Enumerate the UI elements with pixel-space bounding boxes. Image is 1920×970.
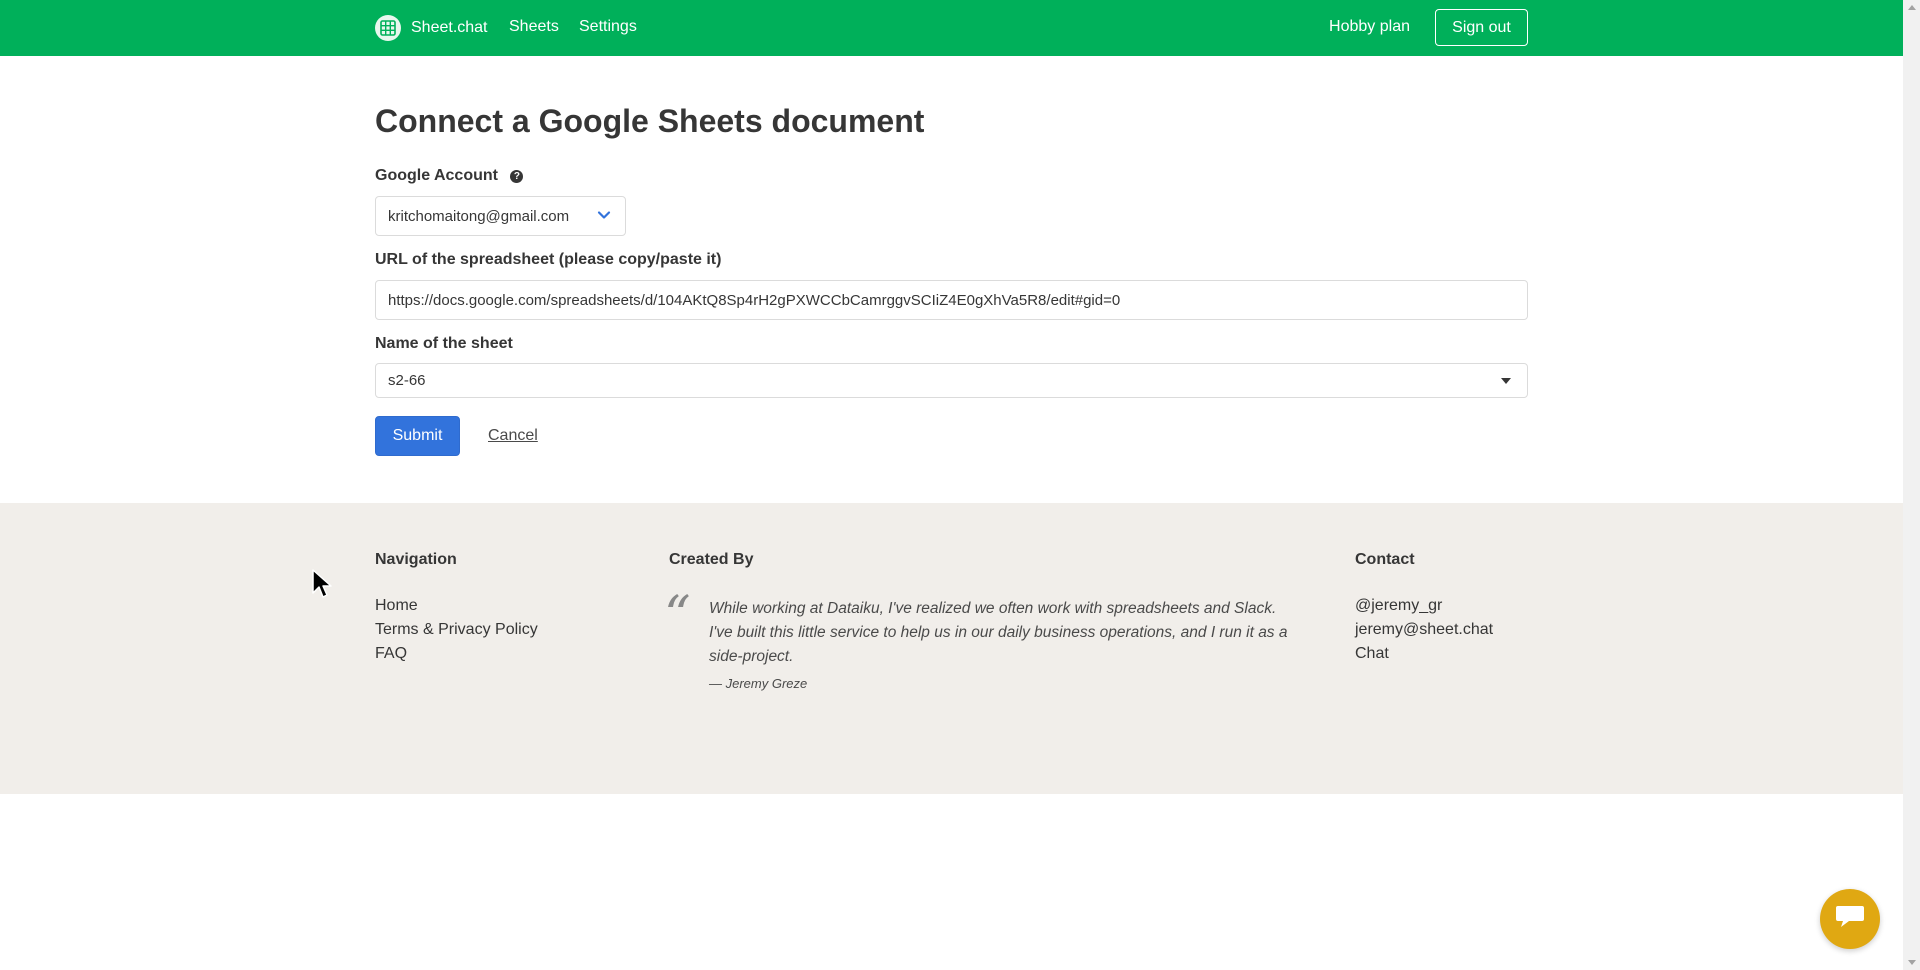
nav-link-settings[interactable]: Settings (579, 18, 637, 36)
footer-created-by-heading: Created By (669, 551, 754, 568)
brand-link[interactable]: Sheet.chat (375, 14, 488, 42)
footer-link-terms[interactable]: Terms & Privacy Policy (375, 621, 538, 639)
page-title: Connect a Google Sheets document (375, 103, 925, 139)
plan-link[interactable]: Hobby plan (1329, 18, 1410, 36)
chat-launcher-button[interactable] (1820, 889, 1880, 949)
submit-button[interactable]: Submit (375, 416, 460, 456)
navbar-container: Sheet.chat Sheets Settings Hobby plan Si… (375, 0, 1528, 56)
chevron-down-icon (597, 208, 611, 226)
nav-link-sheets[interactable]: Sheets (509, 18, 559, 36)
google-account-label-text: Google Account (375, 167, 498, 184)
sign-out-button[interactable]: Sign out (1435, 9, 1528, 46)
contact-link-email[interactable]: jeremy@sheet.chat (1355, 621, 1493, 639)
url-label: URL of the spreadsheet (please copy/past… (375, 251, 722, 268)
spreadsheet-url-input[interactable] (375, 280, 1528, 320)
footer-link-faq[interactable]: FAQ (375, 645, 407, 663)
cancel-link[interactable]: Cancel (488, 427, 538, 445)
brand-name: Sheet.chat (411, 19, 488, 36)
chat-bubble-icon (1835, 904, 1865, 935)
footer-navigation-heading: Navigation (375, 551, 457, 568)
sheet-name-label: Name of the sheet (375, 335, 513, 352)
google-account-value: kritchomaitong@gmail.com (388, 207, 570, 225)
google-account-label: Google Account ? (375, 167, 524, 185)
creator-quote: While working at Dataiku, I've realized … (709, 600, 1288, 665)
footer-contact-heading: Contact (1355, 551, 1415, 568)
scroll-up-arrow-icon[interactable] (1908, 5, 1916, 10)
sheet-name-value: s2-66 (388, 372, 426, 389)
scroll-down-arrow-icon[interactable] (1908, 960, 1916, 965)
caret-down-icon (1501, 378, 1511, 384)
sheet-name-select[interactable]: s2-66 (375, 363, 1528, 398)
quote-mark-icon: “ (664, 586, 691, 646)
vertical-scrollbar[interactable] (1903, 0, 1920, 970)
question-circle-icon[interactable]: ? (510, 170, 524, 183)
quote-author: — Jeremy Greze (709, 676, 808, 691)
contact-link-twitter[interactable]: @jeremy_gr (1355, 597, 1442, 615)
footer-link-home[interactable]: Home (375, 597, 418, 615)
spreadsheet-grid-icon (375, 15, 401, 41)
mouse-cursor-icon (312, 569, 332, 606)
contact-link-chat[interactable]: Chat (1355, 645, 1389, 663)
google-account-select[interactable]: kritchomaitong@gmail.com (375, 196, 626, 236)
top-navbar: Sheet.chat Sheets Settings Hobby plan Si… (0, 0, 1903, 56)
